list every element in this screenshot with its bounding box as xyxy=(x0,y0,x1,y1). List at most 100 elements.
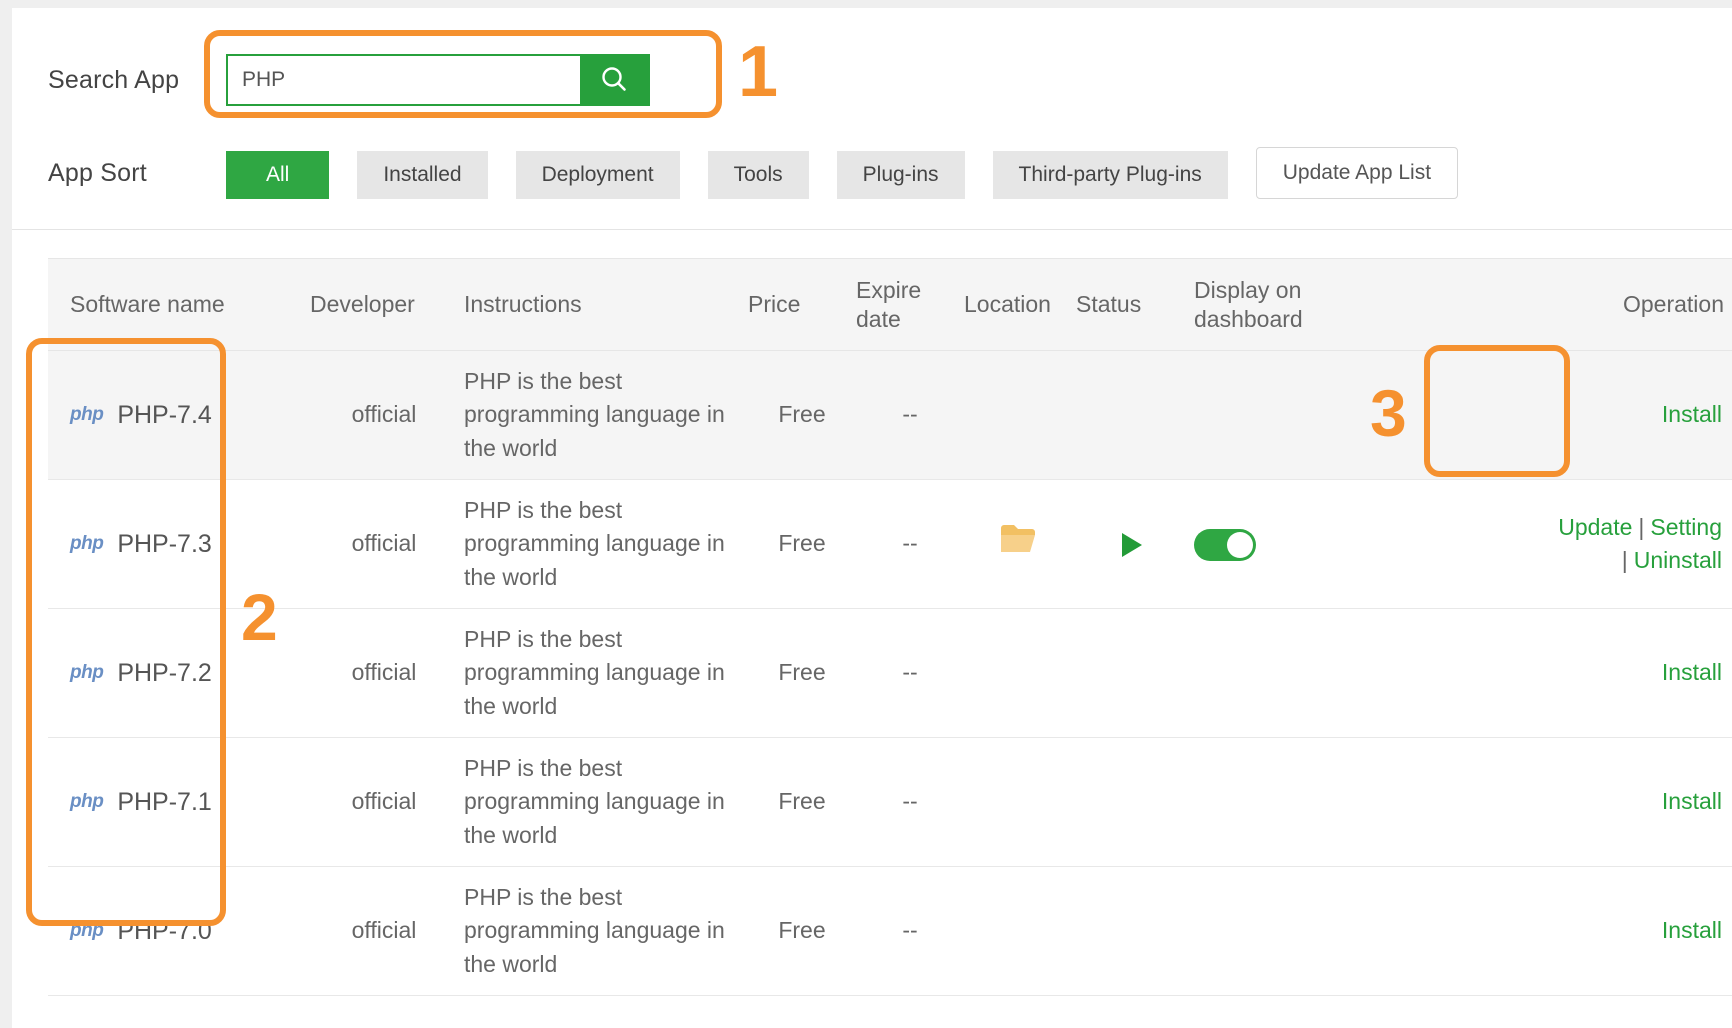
filter-panel: Search App App Sort All Installed xyxy=(12,8,1732,230)
cell-software-name: php PHP-7.1 xyxy=(48,738,310,867)
th-operation: Operation xyxy=(1348,259,1732,351)
search-icon xyxy=(599,64,629,97)
th-display-dashboard: Display on dashboard xyxy=(1188,259,1348,351)
cell-price: Free xyxy=(748,351,856,480)
cell-developer: official xyxy=(310,867,458,996)
software-name-text: PHP-7.4 xyxy=(117,401,211,429)
search-app-label: Search App xyxy=(48,66,226,95)
cell-instructions: PHP is the best programming language in … xyxy=(458,738,748,867)
software-name-text: PHP-7.1 xyxy=(117,788,211,816)
toggle-knob xyxy=(1227,532,1253,558)
cell-dashboard xyxy=(1188,351,1348,480)
php-logo-icon: php xyxy=(70,659,103,687)
cell-operation: Install xyxy=(1348,867,1732,996)
cell-price: Free xyxy=(748,609,856,738)
php-logo-icon: php xyxy=(70,530,103,558)
uninstall-link[interactable]: Uninstall xyxy=(1634,547,1722,573)
cell-dashboard xyxy=(1188,867,1348,996)
op-separator: | xyxy=(1638,514,1644,540)
cell-operation: Update|Setting|Uninstall xyxy=(1348,480,1732,609)
sort-btn-deployment[interactable]: Deployment xyxy=(516,151,680,199)
sort-btn-tools[interactable]: Tools xyxy=(708,151,809,199)
dashboard-toggle[interactable] xyxy=(1194,529,1256,561)
cell-expire-date: -- xyxy=(856,351,964,480)
table-row[interactable]: phpPHP-7.2 official PHP is the best prog… xyxy=(48,609,1732,738)
cell-instructions: PHP is the best programming language in … xyxy=(458,351,748,480)
folder-icon[interactable] xyxy=(999,535,1041,561)
cell-status xyxy=(1076,738,1188,867)
cell-status xyxy=(1076,609,1188,738)
cell-status xyxy=(1076,480,1188,609)
annotation-number-3: 3 xyxy=(1370,380,1407,446)
cell-location xyxy=(964,738,1076,867)
cell-software-name: php PHP-7.0 xyxy=(48,867,310,996)
install-link[interactable]: Install xyxy=(1662,659,1722,685)
app-sort-label: App Sort xyxy=(48,159,226,188)
table-row[interactable]: php PHP-7.0 official PHP is the best prog… xyxy=(48,867,1732,996)
th-status: Status xyxy=(1076,259,1188,351)
cell-software-name: php PHP-7.4 xyxy=(48,351,310,480)
cell-developer: official xyxy=(310,480,458,609)
cell-status xyxy=(1076,351,1188,480)
update-app-list-button[interactable]: Update App List xyxy=(1256,147,1458,199)
th-price: Price xyxy=(748,259,856,351)
cell-expire-date: -- xyxy=(856,738,964,867)
cell-location xyxy=(964,351,1076,480)
cell-status xyxy=(1076,867,1188,996)
table-body: php PHP-7.4 official PHP is the best prog… xyxy=(48,351,1732,996)
sort-row: App Sort All Installed Deployment Tools … xyxy=(48,147,1458,199)
cell-dashboard xyxy=(1188,480,1348,609)
annotation-number-1: 1 xyxy=(738,36,778,108)
cell-operation: Install xyxy=(1348,738,1732,867)
software-name-text: PHP-7.2 xyxy=(117,659,211,687)
cell-expire-date: -- xyxy=(856,480,964,609)
cell-location xyxy=(964,609,1076,738)
install-link[interactable]: Install xyxy=(1662,788,1722,814)
cell-price: Free xyxy=(748,480,856,609)
cell-expire-date: -- xyxy=(856,867,964,996)
cell-location xyxy=(964,867,1076,996)
play-icon[interactable] xyxy=(1122,533,1142,557)
setting-link[interactable]: Setting xyxy=(1650,514,1722,540)
install-link[interactable]: Install xyxy=(1662,401,1722,427)
cell-instructions: PHP is the best programming language in … xyxy=(458,480,748,609)
table-head: Software name Developer Instructions Pri… xyxy=(48,259,1732,351)
search-box xyxy=(226,54,650,106)
search-input[interactable] xyxy=(228,56,580,104)
cell-developer: official xyxy=(310,738,458,867)
table-header-row: Software name Developer Instructions Pri… xyxy=(48,259,1732,351)
cell-expire-date: -- xyxy=(856,609,964,738)
th-location: Location xyxy=(964,259,1076,351)
cell-instructions: PHP is the best programming language in … xyxy=(458,609,748,738)
table-row[interactable]: phpPHP-7.3 official PHP is the best prog… xyxy=(48,480,1732,609)
php-logo-icon: php xyxy=(70,788,103,816)
php-logo-icon: php xyxy=(70,401,103,429)
install-link[interactable]: Install xyxy=(1662,917,1722,943)
cell-developer: official xyxy=(310,351,458,480)
table-row[interactable]: php PHP-7.1 official PHP is the best prog… xyxy=(48,738,1732,867)
op-separator: | xyxy=(1622,547,1628,573)
app-table: Software name Developer Instructions Pri… xyxy=(48,258,1732,996)
app-store-panel: Search App App Sort All Installed xyxy=(12,8,1732,1028)
table-row[interactable]: php PHP-7.4 official PHP is the best prog… xyxy=(48,351,1732,480)
sort-button-group: All Installed Deployment Tools Plug-ins … xyxy=(226,147,1458,199)
th-expire-date: Expire date xyxy=(856,259,964,351)
cell-price: Free xyxy=(748,867,856,996)
sort-btn-all[interactable]: All xyxy=(226,151,329,199)
th-software-name: Software name xyxy=(48,259,310,351)
annotation-number-2: 2 xyxy=(241,584,278,650)
th-instructions: Instructions xyxy=(458,259,748,351)
sort-btn-third-party[interactable]: Third-party Plug-ins xyxy=(993,151,1228,199)
th-developer: Developer xyxy=(310,259,458,351)
update-link[interactable]: Update xyxy=(1558,514,1632,540)
sort-btn-installed[interactable]: Installed xyxy=(357,151,487,199)
cell-price: Free xyxy=(748,738,856,867)
cell-location xyxy=(964,480,1076,609)
cell-operation: Install xyxy=(1348,609,1732,738)
cell-dashboard xyxy=(1188,609,1348,738)
sort-btn-plugins[interactable]: Plug-ins xyxy=(837,151,965,199)
php-logo-icon: php xyxy=(70,917,103,945)
software-name-text: PHP-7.0 xyxy=(117,917,211,945)
cell-instructions: PHP is the best programming language in … xyxy=(458,867,748,996)
search-button[interactable] xyxy=(580,56,648,104)
